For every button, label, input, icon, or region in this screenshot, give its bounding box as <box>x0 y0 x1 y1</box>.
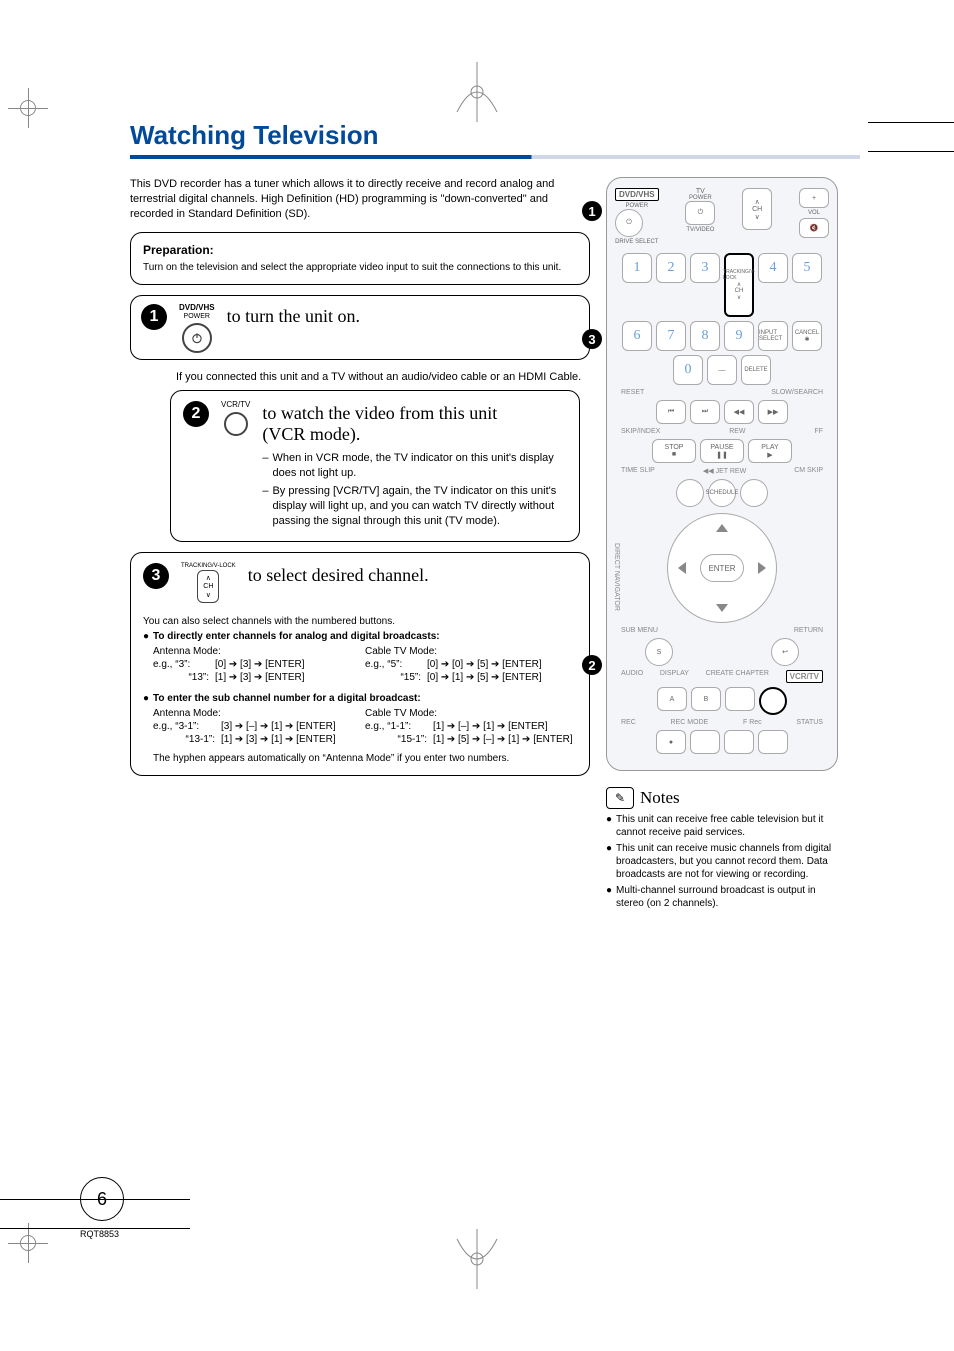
step-1-badge: 1 <box>141 304 167 330</box>
remote-s-icon: S <box>645 638 673 666</box>
remote-pause-icon: PAUSE❚❚ <box>700 439 744 463</box>
remote-key-7: 7 <box>656 321 686 351</box>
remote-rew-icon: ◀◀ <box>724 400 754 424</box>
remote-vcrtv-icon <box>759 687 787 715</box>
prep-text: Turn on the television and select the ap… <box>143 261 577 274</box>
ch-button-icon: TRACKING/V-LOCK ∧ CH ∨ <box>181 563 236 603</box>
remote-tracking-ch-icon: TRACKING/V-LOCK∧CH∨ <box>724 253 754 317</box>
hyphen-note: The hyphen appears automatically on “Ant… <box>153 752 577 765</box>
prep-heading: Preparation: <box>143 243 577 257</box>
remote-enter-icon: ENTER <box>700 554 744 582</box>
remote-key-3: 3 <box>690 253 720 283</box>
step-2-badge: 2 <box>183 401 209 427</box>
fold-mark-bottom <box>447 1229 507 1289</box>
step-1-text: to turn the unit on. <box>227 304 579 327</box>
crop-mark-top-left <box>8 88 48 128</box>
remote-play-icon: PLAY▶ <box>748 439 792 463</box>
remote-vol-up-icon: + <box>799 188 829 208</box>
remote-key-5: 5 <box>792 253 822 283</box>
notes-icon: ✎ <box>606 787 634 809</box>
channels-intro: You can also select channels with the nu… <box>143 615 577 628</box>
note-1: This unit can receive free cable televis… <box>616 813 838 839</box>
remote-illustration: DVD/VHS POWER ⏻ DRIVE SELECT TV POWER ⏻ … <box>606 177 838 771</box>
remote-key-2: 2 <box>656 253 686 283</box>
remote-nav-ring: ENTER <box>667 513 777 623</box>
intro-text: This DVD recorder has a tuner which allo… <box>130 177 590 222</box>
remote-create-chapter-icon <box>725 687 755 711</box>
note-3: Multi-channel surround broadcast is outp… <box>616 884 838 910</box>
callout-2: 2 <box>582 655 602 675</box>
remote-return-icon: ↩ <box>771 638 799 666</box>
remote-key-6: 6 <box>622 321 652 351</box>
remote-delete-icon: DELETE <box>741 355 771 385</box>
notes-heading: Notes <box>640 788 680 808</box>
remote-key-0: 0 <box>673 355 703 385</box>
step-2-note-1: When in VCR mode, the TV indicator on th… <box>272 451 567 481</box>
preparation-box: Preparation: Turn on the television and … <box>130 232 590 285</box>
trim-lines-top-right <box>868 122 954 152</box>
remote-cancel-icon: CANCEL✱ <box>792 321 822 351</box>
subchannel-heading: To enter the sub channel number for a di… <box>153 692 421 705</box>
remote-skip-prev-icon: ⏮ <box>656 400 686 424</box>
callout-1: 1 <box>582 201 602 221</box>
title-rule <box>130 155 860 159</box>
remote-a-icon: A <box>657 687 687 711</box>
page-title: Watching Television <box>130 120 866 151</box>
crop-mark-bottom-left <box>8 1223 48 1263</box>
remote-key-4: 4 <box>758 253 788 283</box>
remote-mute-icon: 🔇 <box>799 218 829 238</box>
step-1-note: If you connected this unit and a TV with… <box>176 370 590 385</box>
callout-3: 3 <box>582 329 602 349</box>
remote-dash-icon: — <box>707 355 737 385</box>
remote-stop-icon: STOP■ <box>652 439 696 463</box>
power-button-icon: DVD/VHS POWER <box>179 304 215 353</box>
remote-rec-icon: ● <box>656 730 686 754</box>
remote-ff-icon: ▶▶ <box>758 400 788 424</box>
remote-key-9: 9 <box>724 321 754 351</box>
remote-ch-icon: ∧CH∨ <box>742 188 772 230</box>
page-number: 6 <box>80 1177 124 1221</box>
remote-tv-power-icon: ⏻ <box>685 201 715 225</box>
footer-code: RQT8853 <box>80 1229 119 1239</box>
remote-power-icon: ⏻ <box>615 209 643 237</box>
cable-mode-label: Cable TV Mode: <box>365 645 577 658</box>
step-3-badge: 3 <box>143 563 169 589</box>
step-2-note-2: By pressing [VCR/TV] again, the TV indic… <box>272 484 567 529</box>
remote-b-icon: B <box>691 687 721 711</box>
remote-skip-next-icon: ⏭ <box>690 400 720 424</box>
direct-entry-heading: To directly enter channels for analog an… <box>153 630 440 643</box>
step-2-text: to watch the video from this unit (VCR m… <box>262 401 567 444</box>
remote-key-8: 8 <box>690 321 720 351</box>
remote-key-1: 1 <box>622 253 652 283</box>
step-3-text: to select desired channel. <box>248 563 577 586</box>
antenna-mode-label: Antenna Mode: <box>153 645 365 658</box>
note-2: This unit can receive music channels fro… <box>616 842 838 881</box>
remote-input-select-icon: INPUT SELECT <box>758 321 788 351</box>
fold-mark-top <box>447 62 507 122</box>
vcrtv-button-icon: VCR/TV <box>221 401 250 436</box>
